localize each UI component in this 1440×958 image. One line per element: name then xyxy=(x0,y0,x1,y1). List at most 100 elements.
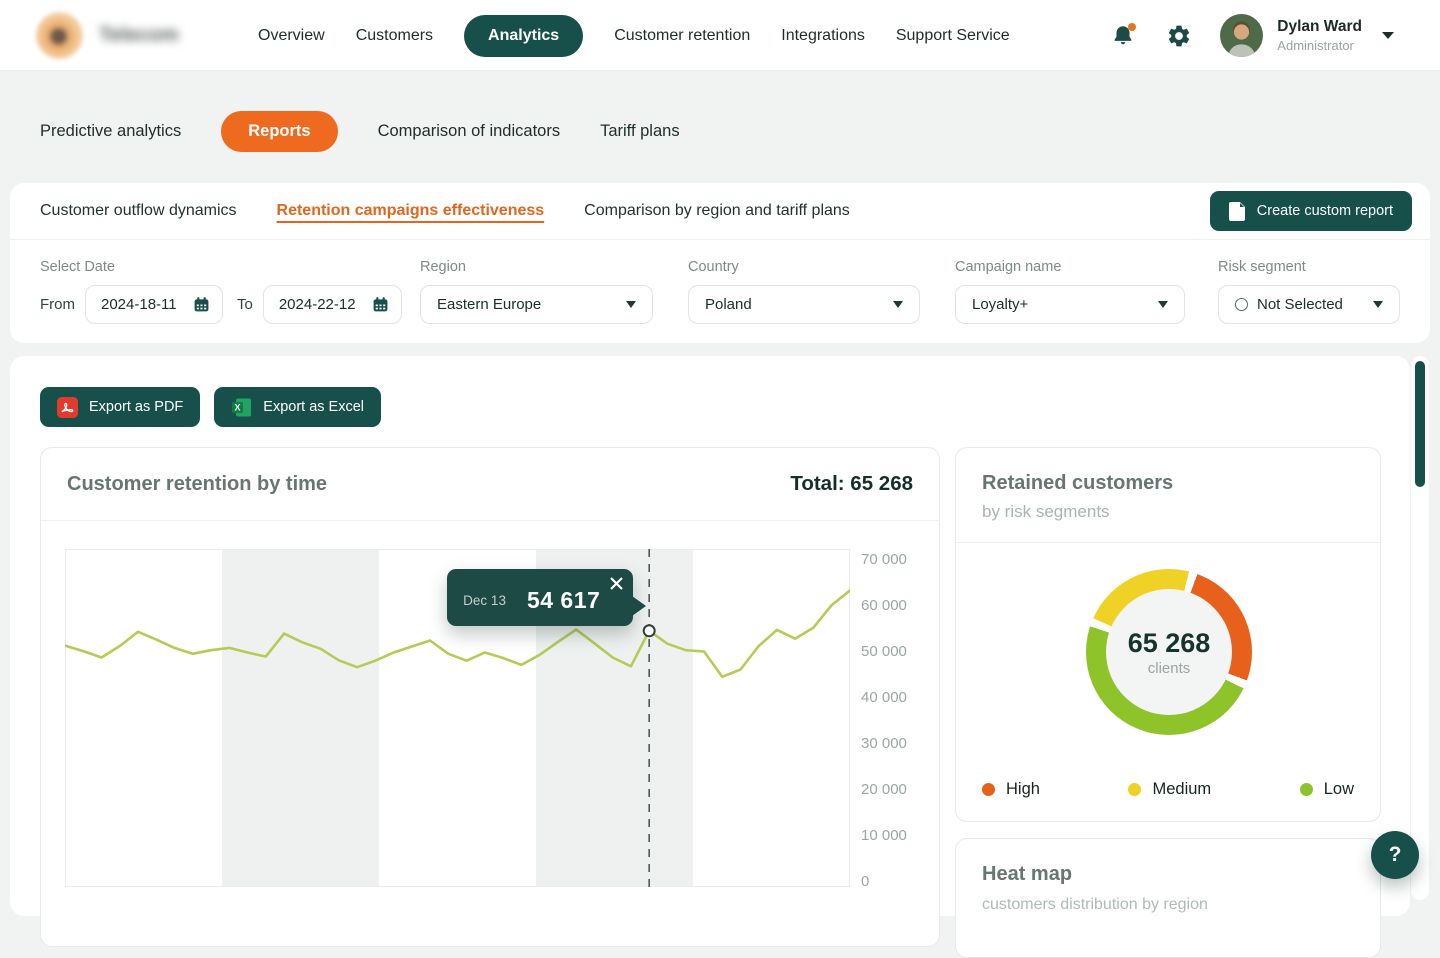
legend-item-high: High xyxy=(982,780,1040,799)
user-role: Administrator xyxy=(1277,38,1362,53)
brand-name: Telecom xyxy=(99,24,179,47)
chevron-down-icon xyxy=(1373,301,1383,308)
nav-item-customer-retention[interactable]: Customer retention xyxy=(614,27,750,45)
low-dot-icon xyxy=(1300,783,1313,796)
chevron-down-icon xyxy=(626,301,636,308)
chevron-down-icon xyxy=(893,301,903,308)
subtab-customer-outflow-dynamics[interactable]: Customer outflow dynamics xyxy=(40,202,237,220)
filter-country-label: Country xyxy=(688,259,920,275)
heat-map-card: Heat map customers distribution by regio… xyxy=(955,838,1381,958)
legend-low-label: Low xyxy=(1324,780,1354,799)
document-icon xyxy=(1229,202,1246,221)
date-to-input[interactable]: 2024-22-12 xyxy=(263,285,402,324)
campaign-select[interactable]: Loyalty+ xyxy=(955,285,1185,324)
nav-item-analytics[interactable]: Analytics xyxy=(464,15,583,57)
report-body-card: Export as PDF X Export as Excel Customer… xyxy=(10,356,1410,916)
pdf-icon xyxy=(57,397,78,418)
legend-high-label: High xyxy=(1006,780,1040,799)
country-select[interactable]: Poland xyxy=(688,285,920,324)
export-pdf-button[interactable]: Export as PDF xyxy=(40,387,200,427)
retained-customers-header: Retained customers by risk segments xyxy=(956,448,1380,543)
gear-icon[interactable] xyxy=(1166,23,1192,49)
chevron-down-icon xyxy=(1158,301,1168,308)
tab-reports[interactable]: Reports xyxy=(221,111,337,152)
filter-date: Select Date From 2024-18-11 To 2024-22-1… xyxy=(40,259,402,324)
donut-ring: 65 268 clients xyxy=(1086,569,1252,735)
scrollbar-track[interactable] xyxy=(1411,356,1429,900)
from-label: From xyxy=(40,296,75,313)
filter-region: Region Eastern Europe xyxy=(420,259,653,324)
legend-item-low: Low xyxy=(1300,780,1354,799)
export-pdf-label: Export as PDF xyxy=(89,399,183,415)
close-icon[interactable] xyxy=(610,577,623,590)
subtab-comparison-by-region[interactable]: Comparison by region and tariff plans xyxy=(584,202,850,220)
risk-select[interactable]: Not Selected xyxy=(1218,285,1400,324)
risk-legend: High Medium Low xyxy=(982,780,1354,799)
export-excel-button[interactable]: X Export as Excel xyxy=(214,387,381,427)
brand-logo-icon xyxy=(36,12,83,59)
svg-text:X: X xyxy=(235,402,241,412)
user-block[interactable]: Dylan Ward Administrator xyxy=(1277,18,1362,53)
tooltip-value: 54 617 xyxy=(527,587,600,614)
donut-center-value: 65 268 xyxy=(1128,628,1211,659)
region-value: Eastern Europe xyxy=(437,296,541,313)
scrollbar-thumb[interactable] xyxy=(1415,361,1425,487)
nav-item-overview[interactable]: Overview xyxy=(258,27,325,45)
avatar[interactable] xyxy=(1220,14,1263,57)
report-subtabs: Customer outflow dynamics Retention camp… xyxy=(10,183,1430,240)
retention-by-time-card: Customer retention by time Total: 65 268… xyxy=(40,447,940,947)
data-point-marker[interactable] xyxy=(644,625,655,636)
brand: Telecom xyxy=(36,12,179,59)
high-dot-icon xyxy=(982,783,995,796)
nav-item-integrations[interactable]: Integrations xyxy=(781,27,865,45)
retained-customers-title: Retained customers xyxy=(982,472,1354,495)
nav-item-customers[interactable]: Customers xyxy=(356,27,433,45)
filter-date-label: Select Date xyxy=(40,259,402,275)
export-row: Export as PDF X Export as Excel xyxy=(40,387,381,427)
retained-customers-card: Retained customers by risk segments 65 2… xyxy=(955,447,1381,822)
date-from-input[interactable]: 2024-18-11 xyxy=(85,285,223,324)
main-nav: Overview Customers Analytics Customer re… xyxy=(258,0,1010,71)
radio-circle-icon xyxy=(1235,298,1248,311)
heat-map-subtitle: customers distribution by region xyxy=(982,896,1354,914)
retention-chart: 70 00060 00050 00040 00030 00020 00010 0… xyxy=(41,521,939,941)
donut-chart: 65 268 clients xyxy=(956,543,1380,758)
user-name: Dylan Ward xyxy=(1277,18,1362,36)
header-right: Dylan Ward Administrator xyxy=(1110,0,1394,71)
to-label: To xyxy=(237,296,253,313)
tab-predictive-analytics[interactable]: Predictive analytics xyxy=(40,122,181,141)
help-button[interactable]: ? xyxy=(1371,831,1419,879)
analytics-tabs: Predictive analytics Reports Comparison … xyxy=(40,110,680,153)
filter-risk: Risk segment Not Selected xyxy=(1218,259,1400,324)
region-select[interactable]: Eastern Europe xyxy=(420,285,653,324)
retention-total: Total: 65 268 xyxy=(790,472,913,496)
create-custom-report-label: Create custom report xyxy=(1257,203,1393,219)
donut-center: 65 268 clients xyxy=(1106,589,1232,715)
filter-country: Country Poland xyxy=(688,259,920,324)
filter-region-label: Region xyxy=(420,259,653,275)
retention-total-value: 65 268 xyxy=(850,472,913,495)
user-menu-caret-icon[interactable] xyxy=(1382,32,1394,39)
create-custom-report-button[interactable]: Create custom report xyxy=(1210,191,1412,231)
filter-risk-label: Risk segment xyxy=(1218,259,1400,275)
tooltip-date: Dec 13 xyxy=(463,593,506,608)
calendar-icon xyxy=(193,296,210,313)
bell-icon[interactable] xyxy=(1110,23,1136,49)
nav-item-support-service[interactable]: Support Service xyxy=(896,27,1010,45)
export-excel-label: Export as Excel xyxy=(263,399,364,415)
tab-tariff-plans[interactable]: Tariff plans xyxy=(600,122,680,141)
legend-medium-label: Medium xyxy=(1152,780,1211,799)
medium-dot-icon xyxy=(1128,783,1141,796)
chart-tooltip: Dec 13 54 617 xyxy=(447,569,633,626)
country-value: Poland xyxy=(705,296,752,313)
campaign-value: Loyalty+ xyxy=(972,296,1028,313)
risk-value: Not Selected xyxy=(1257,296,1343,313)
retention-card-title: Customer retention by time xyxy=(67,473,327,496)
donut-center-label: clients xyxy=(1148,660,1191,677)
retention-card-header: Customer retention by time Total: 65 268 xyxy=(41,448,939,521)
date-to-value: 2024-22-12 xyxy=(279,296,356,313)
notification-badge xyxy=(1128,23,1136,31)
retention-total-label: Total: xyxy=(790,472,844,495)
subtab-retention-campaigns-effectiveness[interactable]: Retention campaigns effectiveness xyxy=(277,202,545,220)
tab-comparison-of-indicators[interactable]: Comparison of indicators xyxy=(378,122,561,141)
